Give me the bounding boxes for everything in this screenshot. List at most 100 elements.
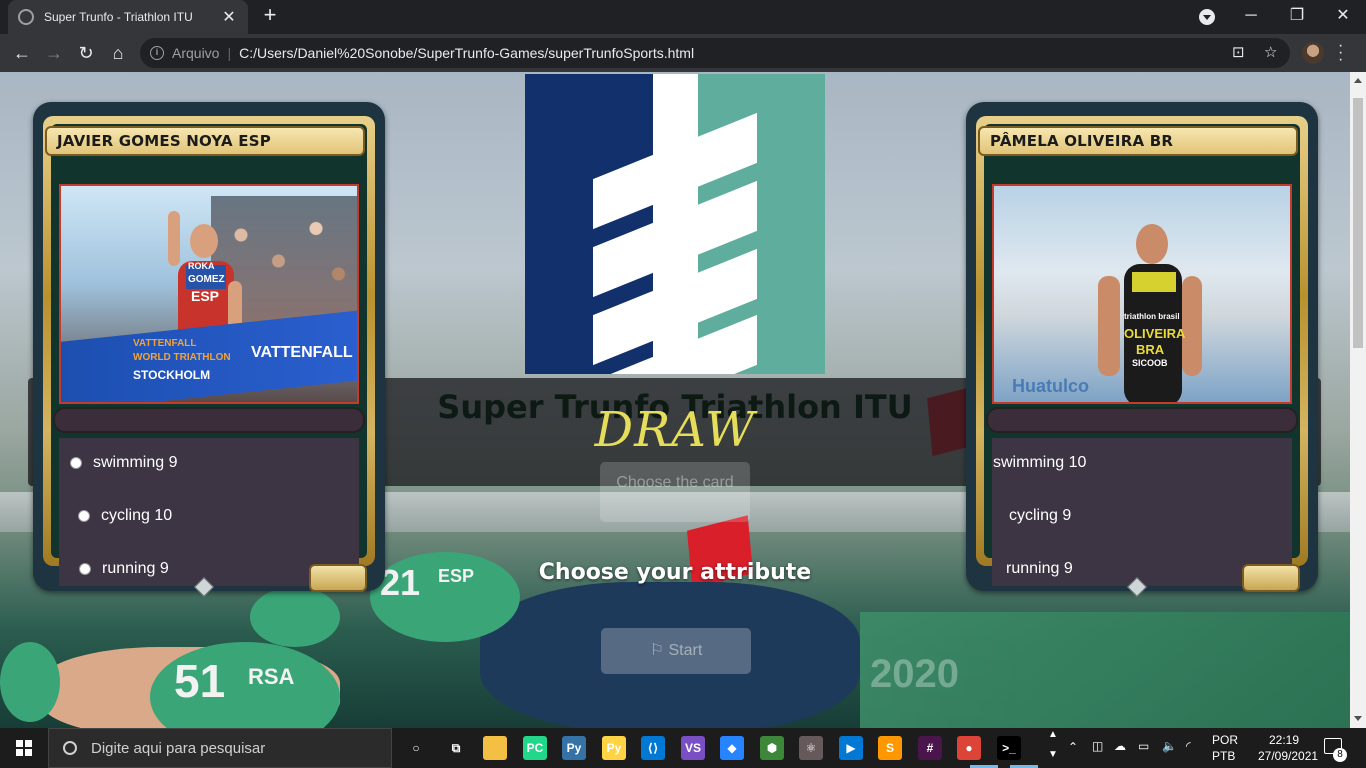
swim-cap: 51 RSA bbox=[150, 642, 340, 728]
tab-title: Super Trunfo - Triathlon ITU bbox=[44, 10, 193, 24]
player-card: JAVIER GOMES NOYA ESP ROKA GOMEZ ESP VAT… bbox=[33, 102, 385, 597]
windows-logo-icon bbox=[16, 740, 32, 756]
scheme-label: Arquivo bbox=[172, 45, 220, 61]
player-card-name: JAVIER GOMES NOYA ESP bbox=[45, 126, 365, 156]
volume-icon[interactable]: 🔈 bbox=[1162, 739, 1177, 753]
suit-sponsor: SICOOB bbox=[1132, 358, 1168, 368]
taskbar-clock[interactable]: 22:19 27/09/2021 bbox=[1258, 732, 1319, 764]
info-icon[interactable]: i bbox=[150, 46, 164, 60]
machine-card-photo: triathlon brasil OLIVEIRA BRA SICOOB Hua… bbox=[992, 184, 1292, 404]
fence-text: 2020 bbox=[870, 652, 959, 696]
scroll-up-icon[interactable] bbox=[1354, 78, 1362, 83]
wifi-icon[interactable]: ◜ bbox=[1186, 739, 1191, 753]
meet-now-icon[interactable]: ◫ bbox=[1092, 739, 1103, 753]
globe-icon bbox=[18, 9, 34, 25]
tab-close-icon[interactable]: ✕ bbox=[220, 7, 238, 27]
minimize-button[interactable]: ─ bbox=[1228, 0, 1274, 32]
windows-start-button[interactable] bbox=[0, 728, 48, 768]
maximize-button[interactable]: ❐ bbox=[1274, 0, 1320, 32]
bib-country: ESP bbox=[191, 288, 220, 304]
onedrive-icon[interactable]: ☁ bbox=[1114, 739, 1126, 753]
machine-card: PÂMELA OLIVEIRA BR triathlon brasil OLIV… bbox=[966, 102, 1318, 597]
scroll-down-icon[interactable] bbox=[1354, 716, 1362, 721]
translate-icon[interactable]: ⊡ bbox=[1232, 43, 1245, 61]
round-result: DRAW bbox=[594, 402, 756, 458]
banner-line1: VATTENFALL bbox=[133, 338, 197, 349]
vscode-icon[interactable]: ⟨⟩ bbox=[641, 736, 665, 760]
profile-avatar[interactable] bbox=[1302, 42, 1324, 64]
azure-data-studio-icon[interactable]: ▶ bbox=[839, 736, 863, 760]
triathlon-logo bbox=[525, 74, 825, 374]
athlete-figure bbox=[1098, 224, 1202, 402]
browser-tab[interactable]: Super Trunfo - Triathlon ITU ✕ bbox=[8, 0, 248, 34]
file-explorer-icon[interactable] bbox=[483, 736, 507, 760]
pycharm-icon[interactable]: PC bbox=[523, 736, 547, 760]
banner-sponsor: VATTENFALL bbox=[251, 344, 353, 361]
task-view-icon[interactable]: ⧉ bbox=[444, 736, 468, 760]
close-window-button[interactable]: ✕ bbox=[1320, 0, 1366, 32]
chrome-icon[interactable]: ● bbox=[957, 736, 981, 760]
address-separator: | bbox=[227, 45, 232, 61]
menu-kebab-icon[interactable]: · · · bbox=[1338, 38, 1343, 68]
sourcetree-icon[interactable]: ◆ bbox=[720, 736, 744, 760]
slack-icon[interactable]: # bbox=[918, 736, 942, 760]
clock-date: 27/09/2021 bbox=[1258, 749, 1319, 763]
tab-search-icon[interactable] bbox=[1199, 9, 1215, 25]
background-fence: 2020 bbox=[860, 612, 1350, 728]
visual-studio-icon[interactable]: VS bbox=[681, 736, 705, 760]
page-viewport: 2020 21 ESP 51 RSA JAVIER GOMES NOYA ESP bbox=[0, 72, 1350, 728]
suit-country: BRA bbox=[1136, 342, 1165, 357]
address-bar[interactable]: i Arquivo | C:/Users/Daniel%20Sonobe/Sup… bbox=[140, 38, 1290, 68]
url-text[interactable]: C:/Users/Daniel%20Sonobe/SuperTrunfo-Gam… bbox=[239, 45, 694, 61]
radio-icon[interactable] bbox=[70, 457, 82, 469]
start-button[interactable]: ⚐ Start bbox=[601, 628, 751, 674]
atom-icon[interactable]: ⚛ bbox=[799, 736, 823, 760]
battery-icon[interactable]: ▭ bbox=[1138, 739, 1149, 753]
tray-expand-icon[interactable]: ⌃ bbox=[1068, 740, 1078, 754]
bib-brand: ROKA bbox=[188, 261, 215, 271]
back-button[interactable]: ← bbox=[9, 40, 35, 66]
cap-number: 51 bbox=[174, 655, 226, 707]
cap-country: RSA bbox=[248, 664, 295, 689]
swim-cap bbox=[0, 642, 60, 722]
tray-scroll-icon[interactable]: ▲ ▼ bbox=[1048, 730, 1058, 760]
python-icon[interactable]: Py bbox=[562, 736, 586, 760]
terminal-icon[interactable]: >_ bbox=[997, 736, 1021, 760]
bib-name: GOMEZ bbox=[188, 274, 225, 285]
home-button[interactable]: ⌂ bbox=[105, 40, 131, 66]
bookmark-star-icon[interactable]: ☆ bbox=[1264, 43, 1277, 61]
taskbar-search-input[interactable]: Digite aqui para pesquisar bbox=[48, 728, 392, 768]
sublime-text-icon[interactable]: S bbox=[878, 736, 902, 760]
radio-icon[interactable] bbox=[78, 510, 90, 522]
attribute-label: cycling 10 bbox=[101, 507, 173, 524]
page-scrollbar[interactable] bbox=[1350, 72, 1366, 728]
python-idle-icon[interactable]: Py bbox=[602, 736, 626, 760]
suit-name: OLIVEIRA bbox=[1124, 326, 1186, 341]
banner-line2: WORLD TRIATHLON bbox=[133, 352, 231, 363]
attribute-label: cycling 9 bbox=[1009, 507, 1072, 524]
browser-toolbar: ← → ↻ ⌂ i Arquivo | C:/Users/Daniel%20So… bbox=[0, 34, 1366, 72]
machine-card-name: PÂMELA OLIVEIRA BR bbox=[978, 126, 1298, 156]
attribute-prompt: Choose your attribute bbox=[538, 560, 812, 585]
player-card-photo: ROKA GOMEZ ESP VATTENFALL WORLD TRIATHLO… bbox=[59, 184, 359, 404]
scrollbar-thumb[interactable] bbox=[1353, 98, 1363, 348]
search-icon bbox=[63, 741, 77, 755]
new-tab-button[interactable]: + bbox=[258, 4, 282, 28]
notification-count: 8 bbox=[1333, 748, 1347, 762]
browser-titlebar: Super Trunfo - Triathlon ITU ✕ + ─ ❐ ✕ bbox=[0, 0, 1366, 34]
search-placeholder: Digite aqui para pesquisar bbox=[91, 739, 266, 757]
choose-card-button[interactable]: Choose the card bbox=[600, 462, 750, 522]
clock-time: 22:19 bbox=[1268, 733, 1300, 747]
attribute-cycling: cycling 9 bbox=[1009, 507, 1071, 525]
lang-line1: POR bbox=[1212, 733, 1239, 747]
language-indicator[interactable]: POR PTB bbox=[1212, 732, 1238, 764]
suit-brand: triathlon brasil bbox=[1124, 312, 1180, 321]
forward-button[interactable]: → bbox=[41, 40, 67, 66]
reload-button[interactable]: ↻ bbox=[73, 40, 99, 66]
cortana-icon[interactable]: ○ bbox=[404, 736, 428, 760]
swim-cap bbox=[250, 587, 340, 647]
nodejs-icon[interactable]: ⬢ bbox=[760, 736, 784, 760]
lang-line2: PTB bbox=[1212, 749, 1236, 763]
attribute-cycling[interactable]: cycling 10 bbox=[78, 507, 172, 525]
windows-taskbar: Digite aqui para pesquisar ○ ⧉ PC Py Py ⟨⟩ VS ◆… bbox=[0, 728, 1366, 768]
